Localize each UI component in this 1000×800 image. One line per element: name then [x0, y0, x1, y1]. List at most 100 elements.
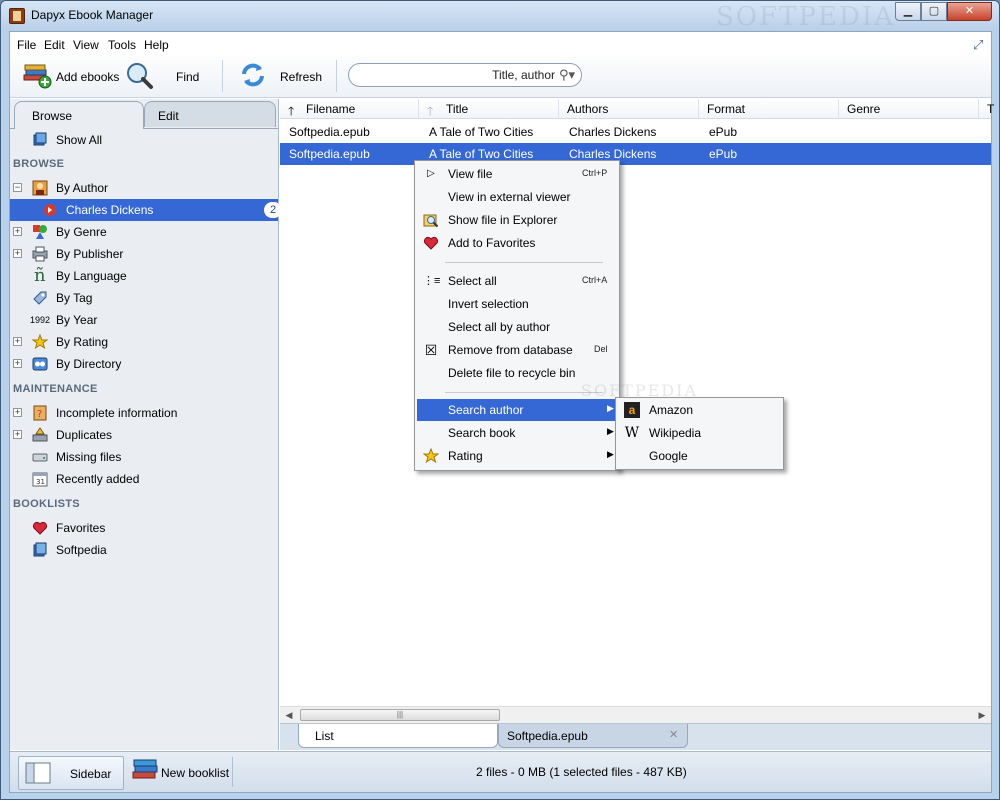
menu-file[interactable]: File	[17, 38, 36, 52]
column-label: Authors	[567, 102, 609, 116]
column-truncated[interactable]: T	[979, 99, 994, 119]
menu-item-invert-selection[interactable]: Invert selection	[417, 293, 617, 315]
sidebar-item-label: By Language	[56, 269, 127, 283]
sidebar-item-by-author[interactable]: − By Author	[10, 177, 278, 199]
expand-icon[interactable]: +	[13, 430, 22, 439]
scroll-thumb[interactable]: |||	[300, 709, 500, 721]
sidebar-item-favorites[interactable]: Favorites	[10, 517, 278, 539]
sidebar-item-by-genre[interactable]: + By Genre	[10, 221, 278, 243]
cell-filename: Softpedia.epub	[289, 147, 370, 161]
cell-format: ePub	[709, 147, 738, 161]
toolbar-separator	[222, 60, 223, 92]
tab-list[interactable]: List	[298, 724, 498, 748]
sidebar-item-duplicates[interactable]: + Duplicates	[10, 424, 278, 446]
search-author-submenu: a Amazon W Wikipedia Google	[615, 397, 784, 470]
column-authors[interactable]: Authors	[559, 99, 699, 119]
sidebar-item-missing-files[interactable]: Missing files	[10, 446, 278, 468]
menu-item-amazon[interactable]: a Amazon	[618, 399, 782, 421]
sidebar-item-by-year[interactable]: 1992 By Year	[10, 309, 278, 331]
column-label: Title	[446, 102, 469, 116]
expand-icon[interactable]: +	[13, 337, 22, 346]
shortcut-label: Ctrl+P	[582, 168, 608, 178]
tab-edit[interactable]: Edit	[144, 101, 276, 127]
explorer-search-icon	[423, 214, 439, 228]
expand-icon[interactable]: +	[13, 249, 22, 258]
title-bar[interactable]: Dapyx Ebook Manager SOFTPEDIA ▁ ▢ ✕	[1, 1, 999, 32]
collapse-icon[interactable]: −	[13, 183, 22, 192]
tag-icon	[33, 291, 47, 305]
sidebar-item-by-language[interactable]: ñ By Language	[10, 265, 278, 287]
menu-item-search-author[interactable]: Search author ▶	[417, 399, 617, 421]
scroll-left-icon[interactable]: ◀	[282, 710, 296, 721]
sidebar-item-by-tag[interactable]: By Tag	[10, 287, 278, 309]
maximize-button[interactable]: ▢	[921, 2, 947, 21]
app-book-icon	[9, 8, 25, 24]
close-button[interactable]: ✕	[947, 2, 992, 21]
column-filename[interactable]: 🡑 Filename	[280, 99, 419, 119]
menu-view[interactable]: View	[73, 38, 99, 52]
submenu-arrow-icon: ▶	[607, 449, 614, 459]
sidebar-item-incomplete-information[interactable]: + ? Incomplete information	[10, 402, 278, 424]
column-genre[interactable]: Genre	[839, 99, 979, 119]
sidebar-item-recently-added[interactable]: 31 Recently added	[10, 468, 278, 490]
horizontal-scrollbar[interactable]: ◀ ||| ▶	[280, 706, 991, 723]
column-header: 🡑 Filename 🡑 Title Authors Format Genre	[280, 99, 994, 119]
new-booklist-icon	[132, 759, 158, 779]
add-ebooks-button[interactable]: Add ebooks	[20, 59, 120, 93]
new-booklist-button[interactable]: New booklist	[128, 756, 230, 790]
close-tab-icon[interactable]: ✕	[669, 728, 678, 741]
question-book-icon: ?	[33, 405, 47, 421]
search-box[interactable]: ⚲▾	[348, 63, 582, 87]
menu-item-add-favorites[interactable]: Add to Favorites	[417, 232, 617, 254]
refresh-button[interactable]: Refresh	[236, 59, 326, 93]
table-row-selected[interactable]: Softpedia.epub A Tale of Two Cities Char…	[280, 143, 991, 165]
expand-icon[interactable]: +	[13, 408, 22, 417]
table-row[interactable]: Softpedia.epub A Tale of Two Cities Char…	[280, 121, 991, 143]
sidebar-item-show-all[interactable]: Show All	[10, 129, 278, 151]
menu-item-rating[interactable]: Rating ▶	[417, 445, 617, 467]
sidebar-item-label: By Author	[56, 181, 109, 195]
menu-help[interactable]: Help	[144, 38, 169, 52]
column-title[interactable]: 🡑 Title	[419, 99, 559, 119]
column-format[interactable]: Format	[699, 99, 839, 119]
search-input[interactable]	[359, 67, 555, 83]
menu-item-search-book[interactable]: Search book ▶	[417, 422, 617, 444]
tab-browse[interactable]: Browse	[14, 101, 144, 129]
sidebar-item-label: Favorites	[56, 521, 106, 535]
menu-item-view-file[interactable]: ▷ View file Ctrl+P	[417, 163, 617, 185]
sidebar-item-label: By Year	[56, 313, 98, 327]
search-dropdown-icon[interactable]: ⚲▾	[559, 67, 577, 83]
menu-item-google[interactable]: Google	[618, 445, 782, 467]
fullscreen-icon[interactable]: ⤢	[973, 38, 987, 52]
cell-authors: Charles Dickens	[569, 147, 657, 161]
menu-item-select-by-author[interactable]: Select all by author	[417, 316, 617, 338]
menu-edit[interactable]: Edit	[44, 38, 65, 52]
sidebar-item-by-publisher[interactable]: + By Publisher	[10, 243, 278, 265]
menu-item-wikipedia[interactable]: W Wikipedia	[618, 422, 782, 444]
tab-softpedia-epub[interactable]: Softpedia.epub ✕	[498, 724, 688, 748]
find-button[interactable]: Find	[122, 59, 202, 93]
sidebar-item-by-rating[interactable]: + By Rating	[10, 331, 278, 353]
expand-icon[interactable]: +	[13, 227, 22, 236]
sidebar-item-softpedia[interactable]: Softpedia	[10, 539, 278, 561]
menu-item-label: View in external viewer	[448, 190, 571, 204]
menu-bar: File Edit View Tools Help ⤢	[10, 32, 991, 56]
sidebar-item-by-directory[interactable]: + By Directory	[10, 353, 278, 375]
year-icon: 1992	[30, 315, 51, 325]
calendar-icon: 31	[32, 472, 48, 487]
svg-text:?: ?	[37, 409, 42, 420]
cell-filename: Softpedia.epub	[289, 125, 370, 139]
menu-item-remove-from-database[interactable]: ☒ Remove from database Del	[417, 339, 617, 361]
submenu-arrow-icon: ▶	[607, 403, 614, 413]
expand-icon[interactable]: +	[13, 359, 22, 368]
menu-item-show-in-explorer[interactable]: Show file in Explorer	[417, 209, 617, 231]
sidebar-item-charles-dickens[interactable]: Charles Dickens 2	[10, 199, 282, 221]
menu-item-view-external[interactable]: View in external viewer	[417, 186, 617, 208]
sidebar-toggle-button[interactable]: Sidebar	[18, 756, 124, 790]
menu-item-label: Remove from database	[448, 343, 573, 357]
menu-tools[interactable]: Tools	[108, 38, 136, 52]
menu-item-select-all[interactable]: ⋮≡ Select all Ctrl+A	[417, 270, 617, 292]
minimize-button[interactable]: ▁	[895, 2, 921, 21]
scroll-right-icon[interactable]: ▶	[975, 710, 989, 721]
heart-icon	[423, 236, 439, 250]
